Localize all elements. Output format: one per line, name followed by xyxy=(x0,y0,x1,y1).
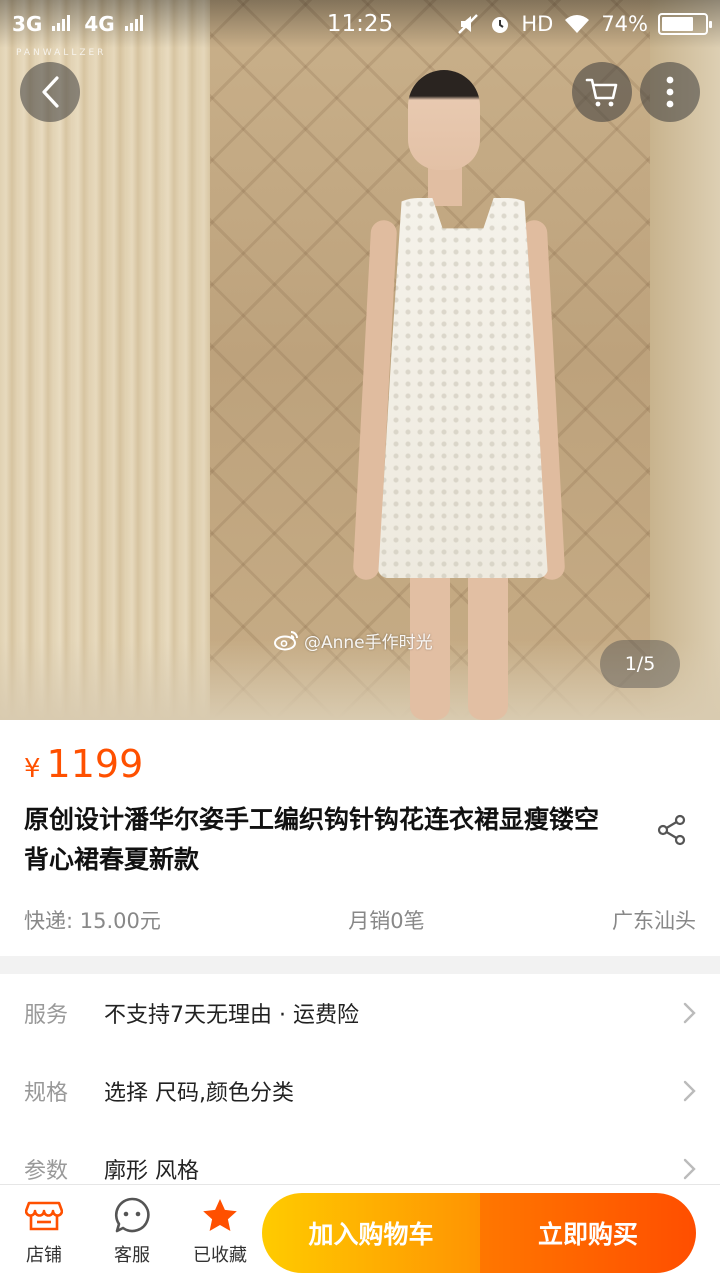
row-label: 参数 xyxy=(24,1159,69,1184)
image-pager-indicator: 1/5 xyxy=(600,640,680,688)
status-bar: 3G 4G 11:25 HD 74% xyxy=(0,0,720,48)
buy-now-button[interactable]: 立即购买 xyxy=(480,1193,696,1273)
row-value: 选择 尺码,颜色分类 xyxy=(104,1081,294,1106)
add-to-cart-button[interactable]: 加入购物车 xyxy=(262,1193,480,1273)
more-options-button[interactable] xyxy=(640,62,700,122)
more-vertical-icon xyxy=(666,76,674,108)
chevron-right-icon xyxy=(683,1002,696,1024)
crochet-dress xyxy=(378,198,548,578)
bottom-action-bar: 店铺 客服 已收藏 加入购物车 立即购买 xyxy=(0,1184,720,1280)
chat-face-icon xyxy=(114,1197,150,1233)
row-label: 服务 xyxy=(24,1003,69,1028)
weibo-watermark: @Anne手作时光 xyxy=(274,626,433,654)
shop-tab[interactable]: 店铺 xyxy=(4,1195,84,1271)
cart-button[interactable] xyxy=(572,62,632,122)
spec-row[interactable]: 规格 选择 尺码,颜色分类 xyxy=(0,1052,720,1130)
currency-symbol: ¥ xyxy=(24,754,41,784)
shop-label: 店铺 xyxy=(26,1245,62,1266)
monthly-sales: 月销0笔 xyxy=(348,909,425,933)
clock: 11:25 xyxy=(326,11,394,37)
store-icon xyxy=(25,1201,63,1231)
shopping-cart-icon xyxy=(585,78,618,107)
row-label: 规格 xyxy=(24,1081,69,1106)
ship-from-location: 广东汕头 xyxy=(612,909,696,933)
battery-icon xyxy=(658,13,712,35)
product-title: 原创设计潘华尔姿手工编织钩针钩花连衣裙显瘦镂空背心裙春夏新款 xyxy=(24,805,600,874)
favorite-label: 已收藏 xyxy=(193,1245,247,1266)
watermark-text: @Anne手作时光 xyxy=(304,632,433,653)
share-icon xyxy=(657,814,686,846)
price-value: 1199 xyxy=(46,742,144,786)
favorite-tab[interactable]: 已收藏 xyxy=(180,1195,260,1271)
brand-watermark: PANWALLZER xyxy=(16,48,107,58)
chevron-right-icon xyxy=(683,1080,696,1102)
weibo-icon xyxy=(274,631,298,651)
model-in-white-crochet-dress xyxy=(340,70,580,720)
service-row[interactable]: 服务 不支持7天无理由 · 运费险 xyxy=(0,974,720,1052)
shipping-sales-location: 快递: 15.00元 月销0笔 广东汕头 xyxy=(24,900,696,940)
star-filled-icon xyxy=(203,1199,237,1231)
chevron-left-icon xyxy=(42,76,59,108)
row-value: 不支持7天无理由 · 运费险 xyxy=(104,1003,359,1028)
back-button[interactable] xyxy=(20,62,80,122)
section-divider xyxy=(0,956,720,974)
customer-service-tab[interactable]: 客服 xyxy=(92,1195,172,1271)
share-button[interactable] xyxy=(652,810,692,850)
chevron-right-icon xyxy=(683,1158,696,1180)
service-label: 客服 xyxy=(114,1245,150,1266)
product-price: ¥ 1199 xyxy=(24,742,143,786)
product-options-list: 服务 不支持7天无理由 · 运费险 规格 选择 尺码,颜色分类 参数 廓形 风格 xyxy=(0,974,720,1208)
product-info-section: ¥ 1199 原创设计潘华尔姿手工编织钩针钩花连衣裙显瘦镂空背心裙春夏新款 快递… xyxy=(0,720,720,956)
row-value: 廓形 风格 xyxy=(104,1159,199,1184)
shipping-fee: 快递: 15.00元 xyxy=(24,909,161,933)
